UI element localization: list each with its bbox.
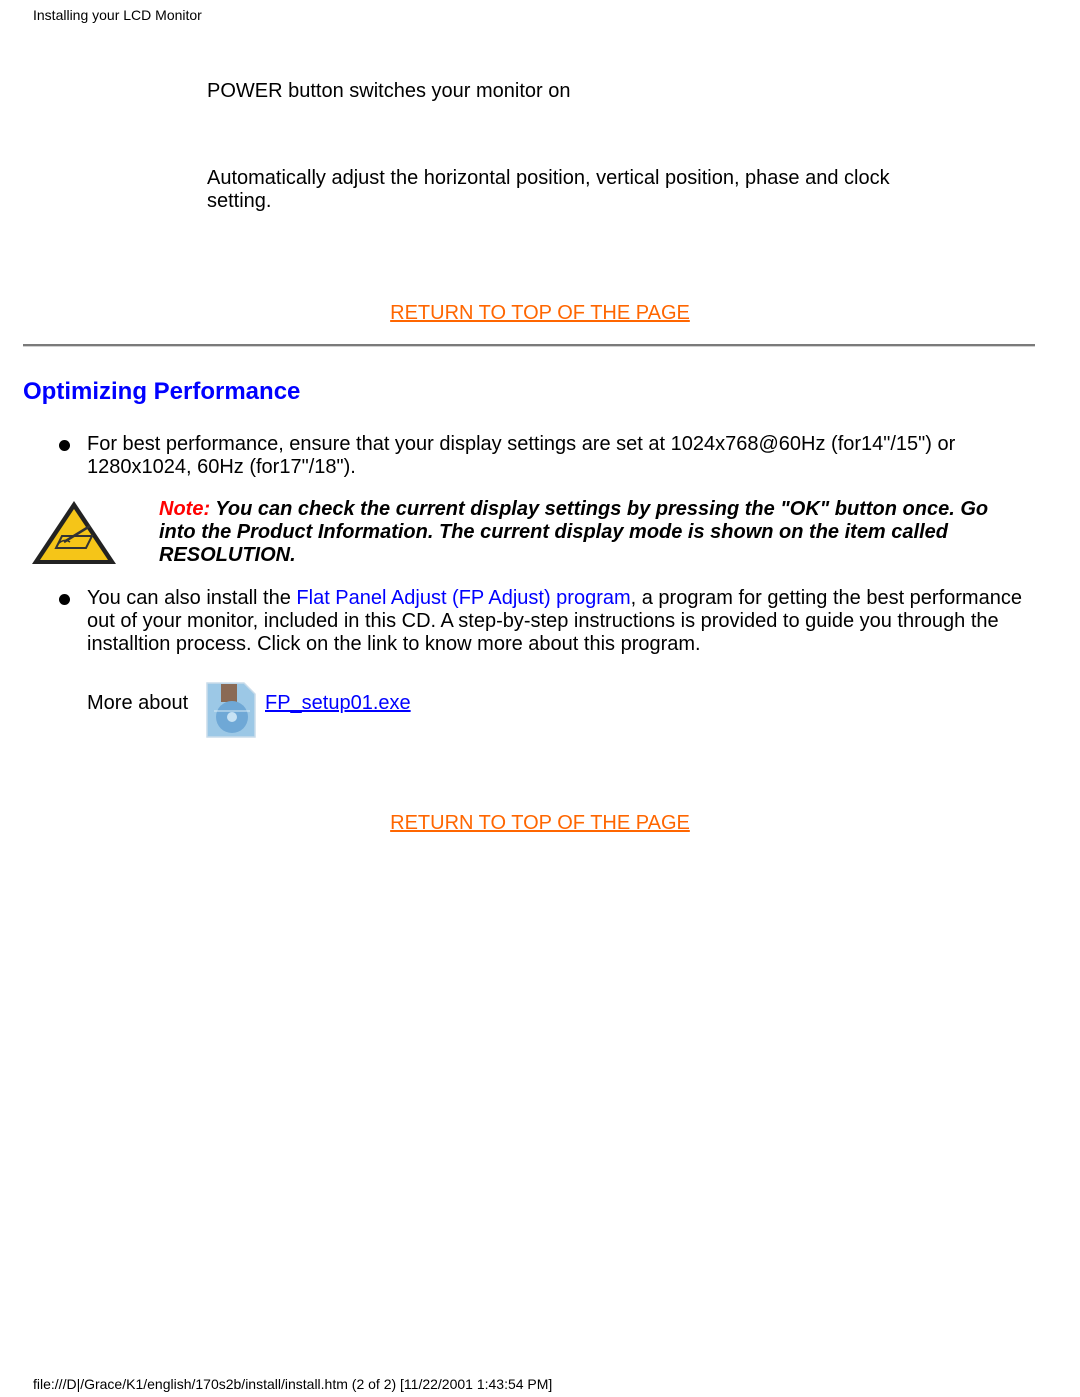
bullet-icon bbox=[59, 594, 70, 605]
note-label: Note: bbox=[159, 498, 211, 520]
auto-adjust-description: Automatically adjust the horizontal posi… bbox=[207, 167, 890, 212]
power-button-description: POWER button switches your monitor on bbox=[207, 80, 571, 102]
section-title: Optimizing Performance bbox=[23, 378, 301, 405]
warning-triangle-icon bbox=[30, 498, 118, 568]
return-to-top-link[interactable]: RETURN TO TOP OF THE PAGE bbox=[0, 812, 1080, 835]
note-callout: Note: You can check the current display … bbox=[159, 498, 1019, 567]
bullet-icon bbox=[59, 440, 70, 451]
best-performance-text: For best performance, ensure that your d… bbox=[87, 433, 956, 478]
fp-setup-file-link[interactable]: FP_setup01.exe bbox=[265, 692, 411, 715]
horizontal-divider bbox=[23, 344, 1035, 347]
return-to-top-link[interactable]: RETURN TO TOP OF THE PAGE bbox=[0, 302, 1080, 325]
fp-adjust-link[interactable]: Flat Panel Adjust (FP Adjust) program bbox=[296, 587, 630, 609]
more-about-label: More about bbox=[87, 692, 189, 714]
cd-setup-file-icon[interactable] bbox=[204, 681, 258, 739]
fp-adjust-prefix: You can also install the bbox=[87, 587, 297, 609]
page-header-title: Installing your LCD Monitor bbox=[33, 7, 202, 23]
footer-file-path: file:///D|/Grace/K1/english/170s2b/insta… bbox=[33, 1376, 553, 1392]
note-text: You can check the current display settin… bbox=[159, 498, 989, 566]
fp-adjust-paragraph: You can also install the Flat Panel Adju… bbox=[87, 587, 1032, 656]
